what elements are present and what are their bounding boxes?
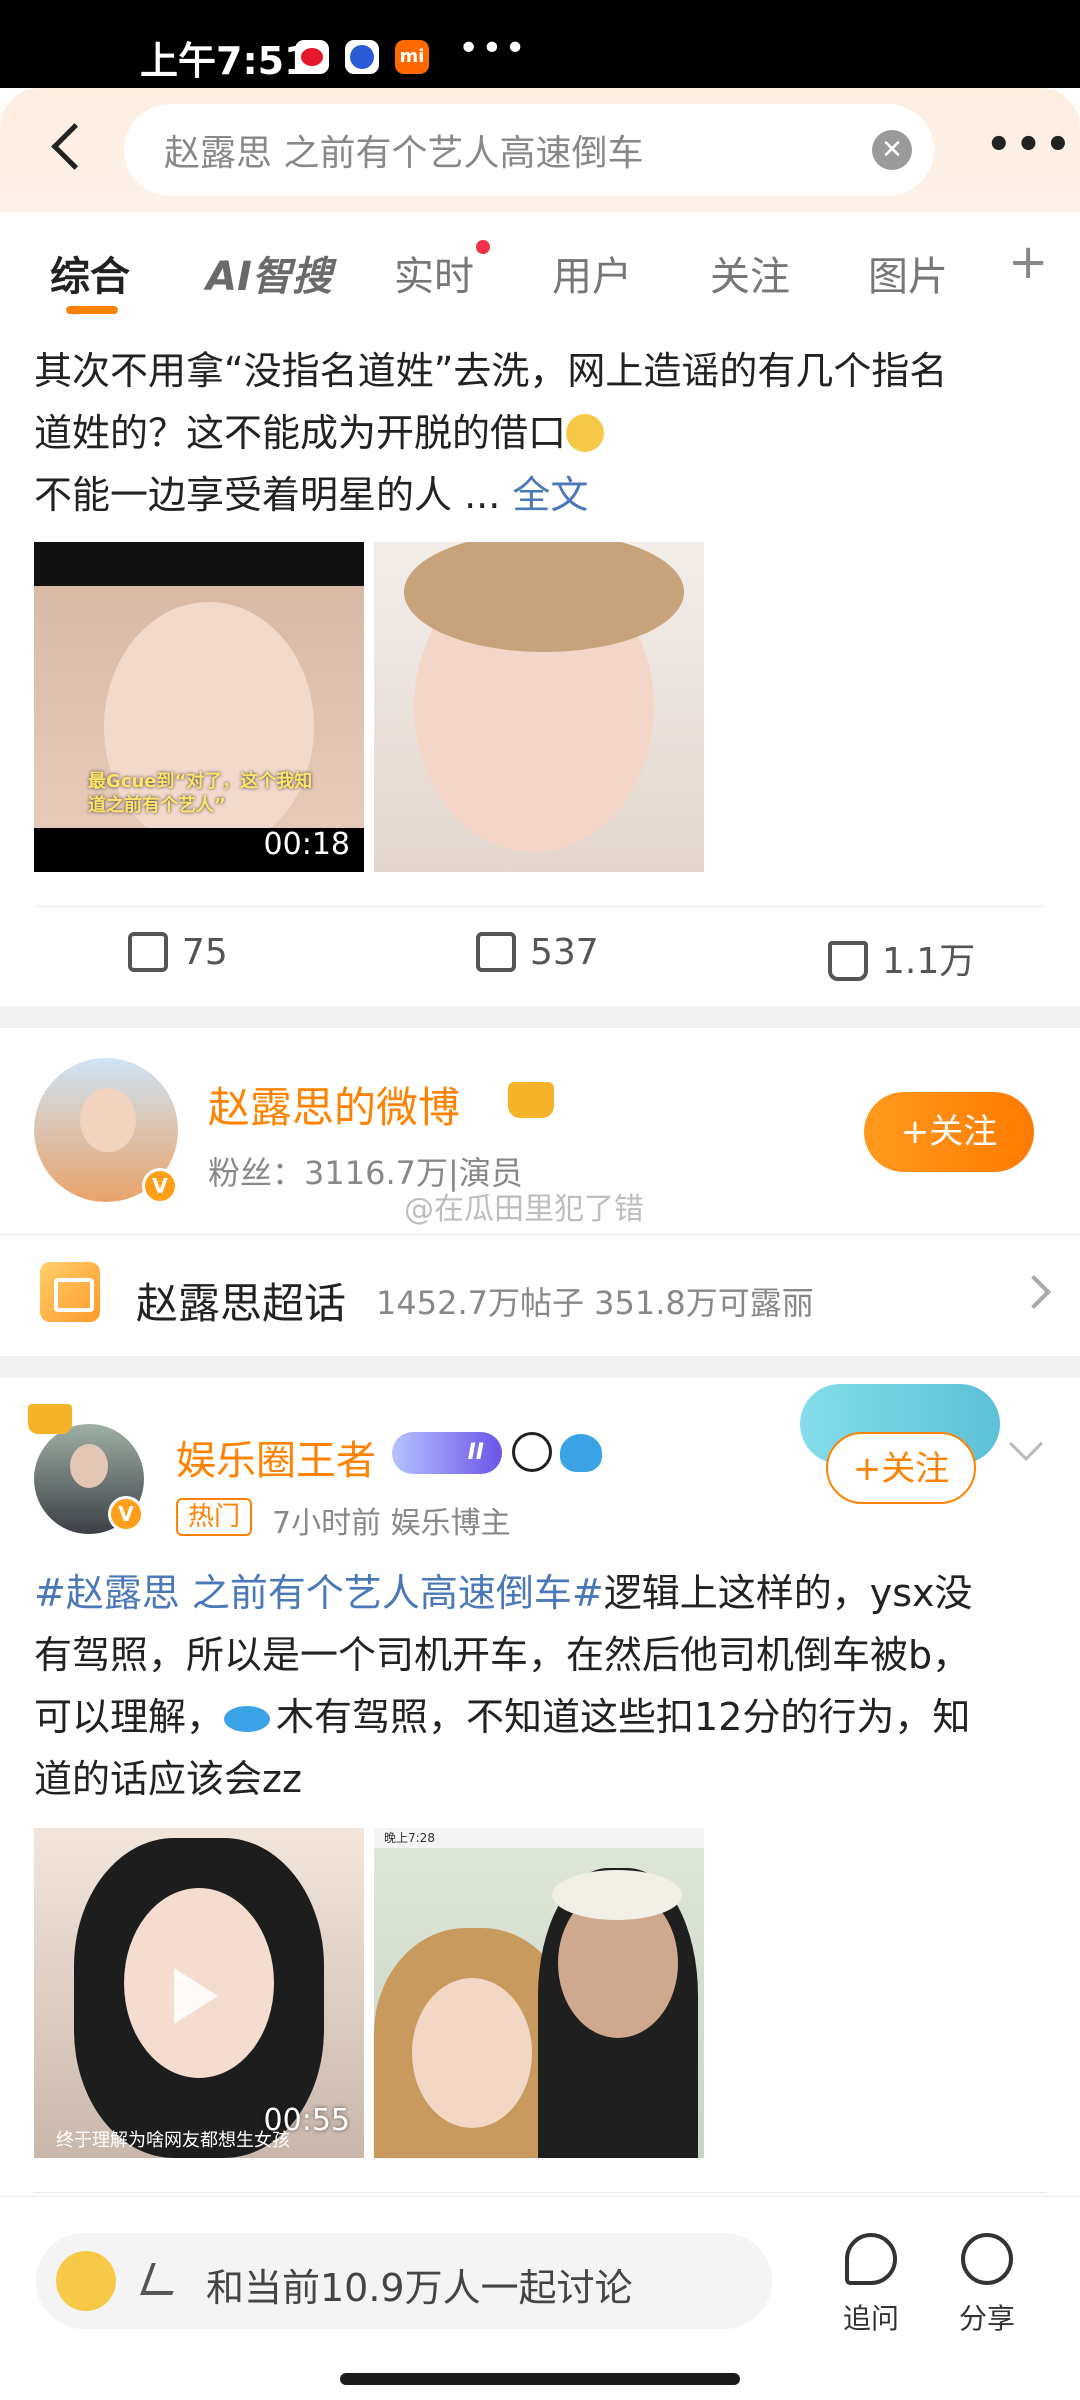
post2-username[interactable]: 娱乐圈王者 — [176, 1428, 376, 1486]
tab-images[interactable]: 图片 — [868, 244, 948, 302]
follow-button[interactable]: +关注 — [826, 1432, 976, 1504]
back-arrow-icon[interactable] — [40, 118, 100, 178]
bottom-bar: 和当前10.9万人一起讨论 追问 分享 — [0, 2196, 1080, 2400]
post2-time: 7小时前 娱乐博主 — [272, 1506, 511, 1541]
hashtag-link[interactable]: #赵露思 之前有个艺人高速倒车# — [34, 1571, 604, 1615]
fish-icon — [224, 1706, 271, 1732]
tab-label: 用户 — [552, 254, 632, 300]
post1-text: 其次不用拿“没指名道姓”去洗，网上造谣的有几个指名 道姓的？这不能成为开脱的借口… — [34, 340, 1046, 526]
discuss-placeholder: 和当前10.9万人一起讨论 — [206, 2266, 633, 2310]
chevron-down-icon[interactable] — [1009, 1427, 1043, 1461]
status-time: 上午7:51 — [140, 39, 311, 83]
share-button[interactable]: 分享 — [942, 2233, 1032, 2337]
post2-text: #赵露思 之前有个艺人高速倒车#逻辑上这样的，ysx没 有驾照，所以是一个司机开… — [34, 1562, 1046, 1810]
more-options-icon[interactable]: ••• — [986, 122, 1075, 168]
tab-realtime[interactable]: 实时 — [394, 240, 490, 302]
post2-line: #赵露思 之前有个艺人高速倒车#逻辑上这样的，ysx没 — [34, 1571, 973, 1615]
chevron-right-icon[interactable] — [1017, 1275, 1051, 1309]
profile-name[interactable]: 赵露思的微博 — [208, 1074, 460, 1135]
verified-badge-icon: V — [108, 1496, 144, 1532]
pen-icon — [140, 2263, 184, 2295]
ask-button[interactable]: 追问 — [826, 2233, 916, 2337]
comment-icon — [476, 932, 516, 972]
search-input[interactable] — [164, 104, 844, 196]
screenshot-status: 晚上7:28 — [374, 1828, 704, 1848]
post2-video-thumbnail[interactable]: 终于理解为啥网友都想生女孩 00:55 — [34, 1828, 364, 2158]
verified-badge-icon: V — [142, 1168, 178, 1204]
ask-icon — [845, 2233, 897, 2285]
thinking-emoji-icon — [566, 414, 605, 452]
tab-label: 实时 — [394, 254, 474, 300]
post2-line: 有驾照，所以是一个司机开车，在然后他司机倒车被b， — [34, 1633, 971, 1677]
tab-users[interactable]: 用户 — [552, 244, 632, 302]
repost-button[interactable]: 75 — [128, 932, 228, 973]
weibo-notification-icon — [295, 40, 329, 74]
search-header: ✕ ••• — [0, 88, 1080, 212]
post2-image[interactable]: 晚上7:28 — [374, 1828, 704, 2158]
tab-ai-search[interactable]: AI智搜 — [206, 244, 332, 302]
tab-label: 综合 — [50, 254, 130, 300]
tab-label: 关注 — [710, 254, 790, 300]
video-duration: 00:55 — [263, 2103, 350, 2138]
post1-video-thumbnail[interactable]: 最Gcue到“对了，这个我知道之前有个艺人” 00:18 — [34, 542, 364, 872]
hot-tag: 热门 — [176, 1498, 253, 1536]
tab-comprehensive[interactable]: 综合 — [50, 244, 130, 314]
crown-badge-icon — [508, 1082, 554, 1118]
shark-badge-icon — [560, 1434, 602, 1472]
share-label: 分享 — [958, 2302, 1015, 2335]
more-notifications-icon: ••• — [458, 28, 528, 69]
post1-line: 其次不用拿“没指名道姓”去洗，网上造谣的有几个指名 — [34, 349, 948, 393]
ask-label: 追问 — [842, 2302, 899, 2335]
emoji-avatar-icon — [56, 2251, 116, 2311]
post1-line: 不能一边享受着明星的人 ... 全文 — [34, 473, 589, 517]
video-duration: 00:18 — [263, 827, 350, 862]
like-button[interactable]: 1.1万 — [828, 932, 975, 984]
tab-label: 图片 — [868, 254, 948, 300]
new-dot-icon — [476, 240, 490, 254]
follow-button[interactable]: +关注 — [864, 1092, 1034, 1172]
active-tab-underline — [66, 306, 118, 314]
post1-line: 道姓的？这不能成为开脱的借口 — [34, 402, 1046, 464]
post1-image[interactable] — [374, 542, 704, 872]
app-notification-icon — [345, 40, 379, 74]
thumbs-up-icon — [828, 941, 868, 981]
comment-count: 537 — [530, 932, 599, 973]
comment-button[interactable]: 537 — [476, 932, 599, 973]
search-box[interactable]: ✕ — [124, 104, 934, 196]
tab-following[interactable]: 关注 — [710, 244, 790, 302]
watermark: @在瓜田里犯了错 — [404, 1192, 644, 1227]
full-text-link[interactable]: 全文 — [512, 473, 588, 517]
clear-icon[interactable]: ✕ — [872, 130, 912, 170]
post2-line: 可以理解， 木有驾照，不知道这些扣12分的行为，知 — [34, 1695, 971, 1739]
repost-count: 75 — [182, 932, 228, 973]
mi-notification-icon: mi — [395, 40, 429, 74]
level-badge-icon: II — [392, 1432, 502, 1474]
status-bar: 上午7:51 mi ••• — [0, 0, 1080, 88]
share-arrow-icon — [128, 932, 168, 972]
crown-icon — [28, 1404, 72, 1434]
super-topic-stats: 1452.7万帖子 351.8万可露丽 — [376, 1284, 814, 1322]
face-image — [412, 1978, 532, 2128]
video-caption: 终于理解为啥网友都想生女孩 — [56, 2130, 290, 2151]
like-count: 1.1万 — [882, 941, 976, 982]
play-icon — [174, 1968, 218, 2024]
add-tab-icon[interactable]: + — [1008, 234, 1048, 290]
share-icon — [961, 2233, 1013, 2285]
post2-line: 道的话应该会zz — [34, 1757, 302, 1801]
super-topic-name[interactable]: 赵露思超话 — [136, 1270, 346, 1331]
tab-label: AI智搜 — [206, 254, 332, 300]
home-indicator[interactable] — [340, 2373, 740, 2385]
tab-bar: 综合 AI智搜 实时 用户 关注 图片 + — [0, 212, 1080, 328]
video-caption: 最Gcue到“对了，这个我知道之前有个艺人” — [88, 771, 313, 816]
discuss-input[interactable]: 和当前10.9万人一起讨论 — [36, 2233, 772, 2329]
super-topic-icon — [40, 1262, 100, 1322]
panda-badge-icon — [512, 1432, 552, 1472]
